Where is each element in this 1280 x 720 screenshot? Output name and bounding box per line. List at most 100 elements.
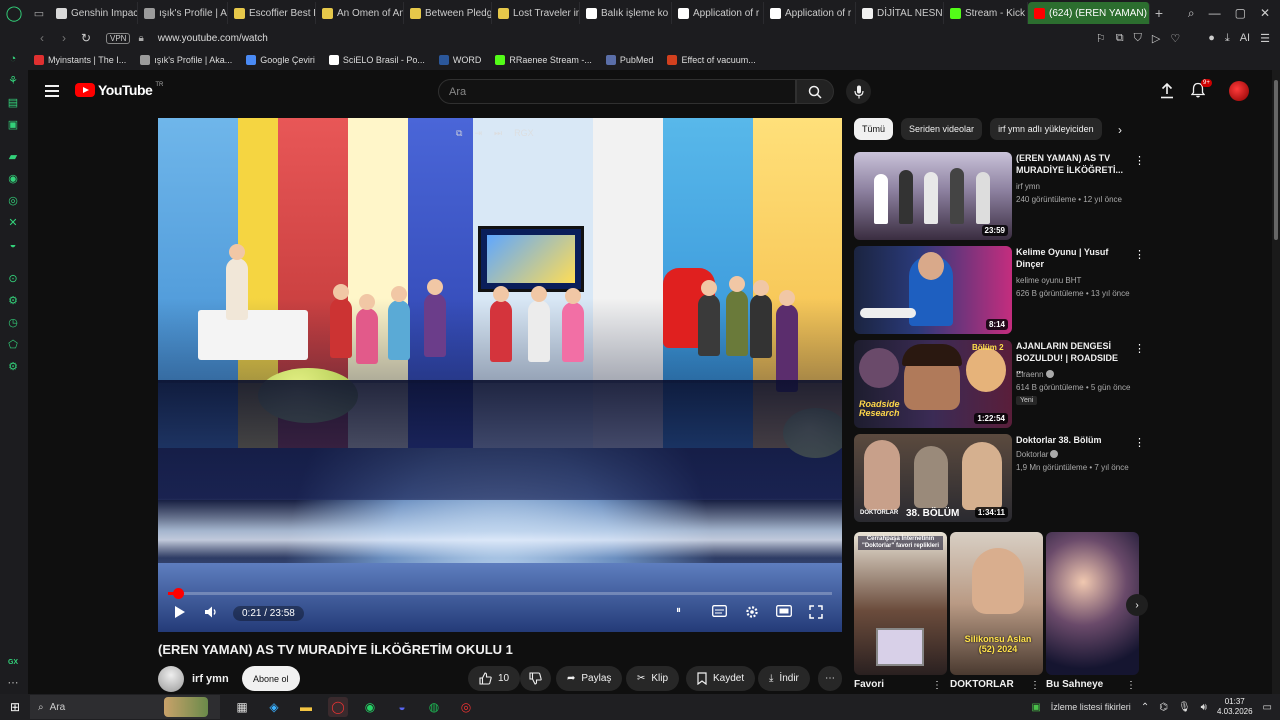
more-vert-icon[interactable]: ⋮	[1126, 680, 1136, 691]
bookmark-item[interactable]: Myinstants | The I...	[34, 55, 126, 65]
opera-taskbar-icon[interactable]: ◎	[456, 697, 476, 717]
recommendation-item[interactable]: 23:59 (EREN YAMAN) AS TV MURADİYE İLKÖĞR…	[854, 152, 1145, 242]
recommendation-title[interactable]: Doktorlar 38. Bölüm	[1016, 434, 1126, 446]
short-title[interactable]: DOKTORLAR	[950, 679, 1014, 690]
twitch-icon[interactable]: ▰	[6, 150, 20, 164]
more-vert-icon[interactable]: ⋮	[1134, 248, 1145, 261]
dislike-button[interactable]	[520, 666, 551, 691]
browser-tab[interactable]: Balık işleme ko	[580, 2, 672, 24]
bookmark-item[interactable]: Effect of vacuum...	[667, 55, 756, 65]
recommendation-title[interactable]: Kelime Oyunu | Yusuf Dinçer	[1016, 246, 1126, 270]
gx-control-icon[interactable]: ⚘	[6, 74, 20, 88]
screenshot-icon[interactable]: ⧉	[1116, 32, 1124, 45]
recommendation-channel[interactable]: Elraenn	[1016, 370, 1054, 379]
close-window-button[interactable]: ✕	[1260, 6, 1270, 21]
play-icon[interactable]: ▷	[1152, 32, 1160, 45]
subscribe-button[interactable]: Abone ol	[242, 666, 300, 691]
back-button[interactable]: ‹	[34, 31, 50, 45]
new-tab-button[interactable]: +	[1150, 5, 1168, 21]
browser-tab[interactable]: Genshin Impact	[50, 2, 138, 24]
recommendation-channel[interactable]: kelime oyunu BHT	[1016, 276, 1081, 285]
mic-tray-icon[interactable]: 🎙︎	[1178, 702, 1191, 713]
scrollbar-thumb[interactable]	[1274, 80, 1278, 240]
watchlist-label[interactable]: İzleme listesi fikirleri	[1051, 702, 1131, 712]
copilot-icon[interactable]: ◈	[264, 697, 284, 717]
recommendation-item[interactable]: Roadside Research Bölüm 2 1:22:54 AJANLA…	[854, 340, 1145, 430]
search-button[interactable]	[796, 79, 834, 104]
pin-icon[interactable]: ⚐	[1096, 32, 1106, 45]
feature-icon[interactable]: ⬠	[6, 338, 20, 352]
forward-button[interactable]: ›	[56, 31, 72, 45]
save-button[interactable]: Kaydet	[686, 666, 756, 691]
browser-tab[interactable]: Application of r	[672, 2, 764, 24]
gx-corner-icon[interactable]: ▤	[6, 96, 20, 110]
whatsapp-taskbar-icon[interactable]: ◉	[360, 697, 380, 717]
sidebar-more-icon[interactable]: ⋯	[6, 676, 20, 690]
browser-tab[interactable]: Lost Traveler in	[492, 2, 580, 24]
aria-icon[interactable]: AI	[1240, 32, 1250, 45]
spotify-taskbar-icon[interactable]: ◍	[424, 697, 444, 717]
vpn-badge[interactable]: VPN	[106, 32, 131, 44]
share-button[interactable]: ➦ Paylaş	[556, 666, 623, 691]
bookmark-item[interactable]: SciELO Brasil - Po...	[328, 55, 425, 65]
speed-dial-icon[interactable]: ◔	[6, 52, 20, 66]
filter-chip[interactable]: Seriden videolar	[901, 118, 983, 140]
player-icon[interactable]: ⊙	[6, 272, 20, 286]
filter-chip[interactable]: irf ymn adlı yükleyiciden	[990, 118, 1102, 140]
instagram-icon[interactable]: ◎	[6, 194, 20, 208]
opera-gx-taskbar-icon[interactable]: ◯	[328, 697, 348, 717]
guide-menu-icon[interactable]	[45, 85, 59, 97]
task-view-icon[interactable]: ▦	[232, 697, 252, 717]
channel-name[interactable]: irf ymn	[192, 673, 229, 685]
recommendation-item[interactable]: 8:14 Kelime Oyunu | Yusuf Dinçer kelime …	[854, 246, 1145, 336]
like-button[interactable]: 10	[468, 666, 521, 691]
search-tabs-icon[interactable]: ⌕	[1188, 6, 1195, 21]
channel-avatar[interactable]	[158, 666, 184, 692]
discord-taskbar-icon[interactable]: ◒	[392, 697, 412, 717]
browser-tab[interactable]: Application of r	[764, 2, 856, 24]
browser-tab[interactable]: (624) (EREN YAMAN) AS T	[1028, 2, 1150, 24]
menu-icon[interactable]: ☰	[1260, 32, 1270, 45]
mute-button[interactable]	[204, 605, 218, 622]
x-twitter-icon[interactable]: ✕	[6, 216, 20, 230]
browser-tab[interactable]: An Omen of An	[316, 2, 404, 24]
opera-logo-icon[interactable]: ◯	[0, 0, 28, 26]
miniplayer-overlay-icon[interactable]: ⧉	[456, 128, 462, 139]
theater-mode-button[interactable]	[776, 605, 792, 620]
search-input[interactable]	[449, 85, 795, 98]
notifications-button[interactable]: 9+	[1190, 79, 1212, 103]
settings-button[interactable]	[745, 605, 759, 622]
more-actions-button[interactable]: ⋯	[818, 666, 842, 691]
video-thumbnail[interactable]: 23:59	[854, 152, 1012, 240]
page-scrollbar[interactable]	[1272, 70, 1280, 694]
file-explorer-icon[interactable]: ▬	[296, 697, 316, 717]
windows-start-icon[interactable]: ⊞	[0, 700, 30, 714]
bookmark-item[interactable]: RRaenee Stream -...	[495, 55, 592, 65]
bookmark-item[interactable]: ışık's Profile | Aka...	[140, 55, 232, 65]
popout-icon[interactable]: ⇥	[474, 128, 482, 139]
upload-icon[interactable]	[1160, 82, 1174, 104]
bookmark-item[interactable]: Google Çeviri	[246, 55, 315, 65]
url-field[interactable]: www.youtube.com/watch	[158, 33, 268, 44]
browser-tab[interactable]: Escoffier Best B	[228, 2, 316, 24]
taskbar-search[interactable]: ⌕ Ara	[30, 695, 220, 719]
tray-chevron-icon[interactable]: ⌃	[1141, 702, 1149, 713]
browser-tab[interactable]: Between Pledg	[404, 2, 492, 24]
more-vert-icon[interactable]: ⋮	[1134, 154, 1145, 167]
maximize-button[interactable]: ▢	[1235, 6, 1246, 21]
recommendation-title[interactable]: (EREN YAMAN) AS TV MURADİYE İLKÖĞRETİ...	[1016, 152, 1126, 176]
more-vert-icon[interactable]: ⋮	[932, 680, 942, 691]
shield-icon[interactable]: ⛉	[1134, 32, 1142, 45]
browser-tab[interactable]: Stream - Kick D	[944, 2, 1028, 24]
browser-tab[interactable]: ışık's Profile | A	[138, 2, 228, 24]
video-thumbnail[interactable]: 8:14	[854, 246, 1012, 334]
extensions-icon[interactable]: ⚙	[6, 294, 20, 308]
history-icon[interactable]: ◷	[6, 316, 20, 330]
short-title[interactable]: Bu Sahneye	[1046, 679, 1103, 690]
minimize-button[interactable]: —	[1209, 6, 1221, 21]
discord-icon[interactable]: ◒	[6, 238, 20, 252]
lock-icon[interactable]: 🔒︎	[138, 33, 143, 44]
settings-icon[interactable]: ⚙	[6, 360, 20, 374]
short-card[interactable]: Cerrahpaşa İnternetinin "Doktorlar" favo…	[854, 532, 947, 675]
shorts-next-button[interactable]: ›	[1126, 594, 1148, 616]
